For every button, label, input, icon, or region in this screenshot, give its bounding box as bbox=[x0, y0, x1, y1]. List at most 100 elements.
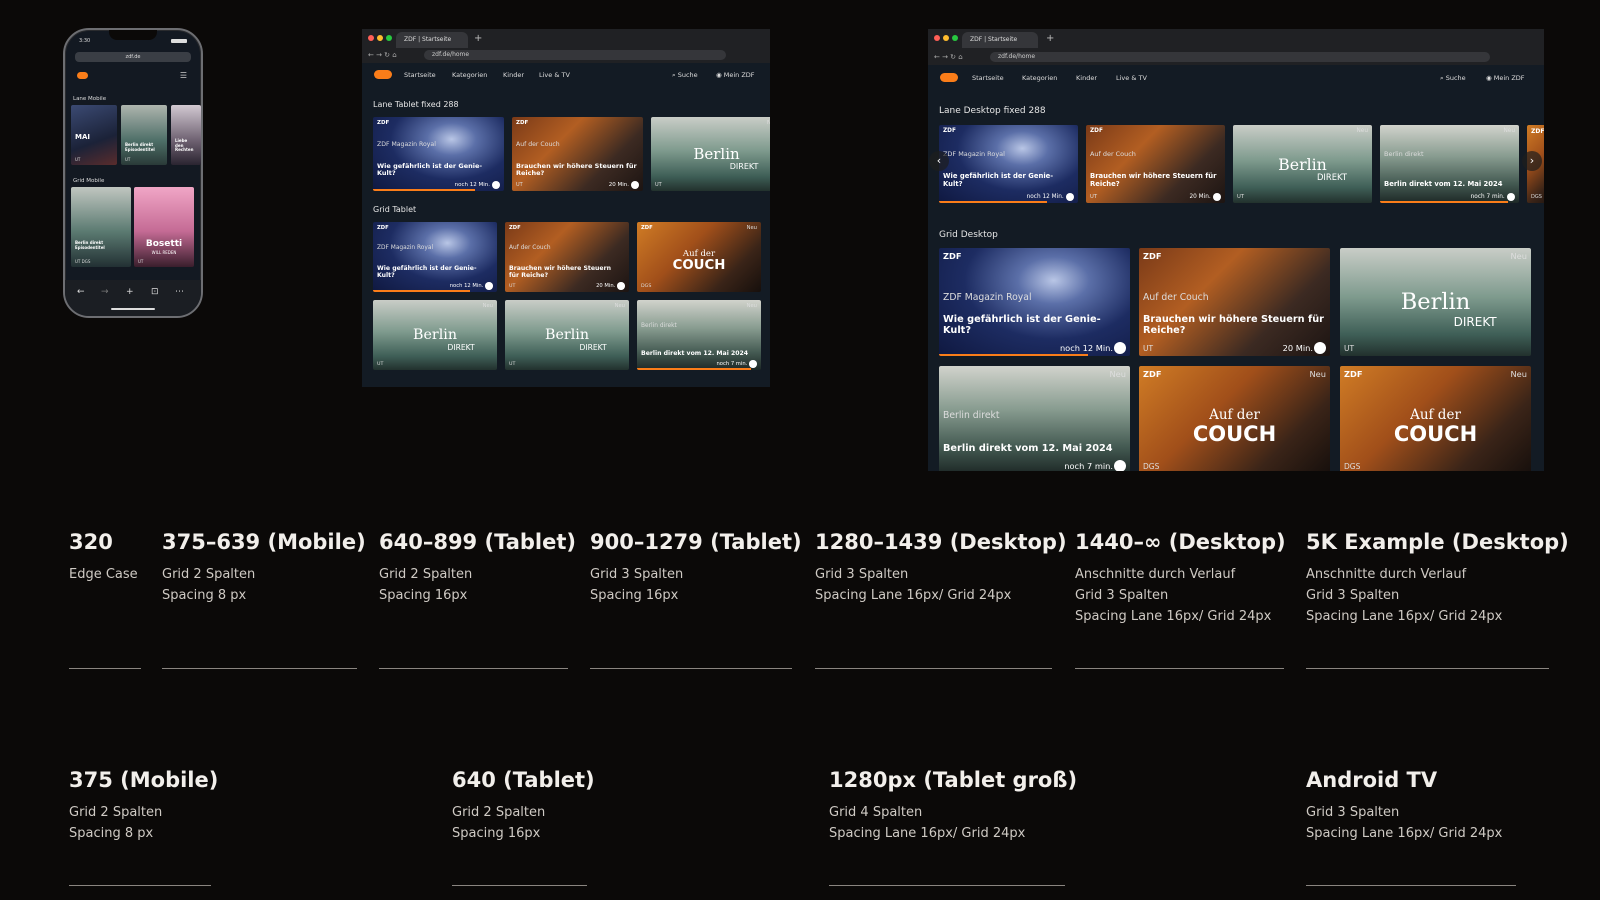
play-icon[interactable] bbox=[485, 282, 493, 290]
minimize-window-icon[interactable] bbox=[943, 35, 949, 41]
media-tile-couch-ep[interactable]: ZDF Auf der Couch Brauchen wir höhere Steu… bbox=[1086, 125, 1225, 203]
new-badge: Neu bbox=[1356, 128, 1368, 134]
phone-grid-tile[interactable]: Bosetti WILL REDEN UT bbox=[134, 187, 194, 267]
zdf-badge: ZDF bbox=[641, 225, 653, 231]
play-icon[interactable] bbox=[749, 360, 757, 368]
media-tile-berlin-show[interactable]: Neu BerlinDIREKT UT bbox=[505, 300, 629, 370]
search-button[interactable]: ⌕ Suche bbox=[672, 71, 698, 80]
phone-toolbar: ← → + ⊡ ⋯ bbox=[65, 280, 201, 316]
phone-lane-tile[interactable]: Liebe den Rechten bbox=[171, 105, 201, 165]
media-tile-berlin-show[interactable]: Neu BerlinDIREKT UT bbox=[1340, 248, 1531, 356]
nav-startseite[interactable]: Startseite bbox=[972, 74, 1004, 82]
phone-grid-tile[interactable]: Berlin direkt Episodentitel UT DGS bbox=[71, 187, 131, 267]
tile-title: Berlin direkt vom 12. Mai 2024 bbox=[641, 350, 749, 358]
phone-address-bar[interactable]: zdf.de bbox=[75, 52, 191, 62]
play-icon[interactable] bbox=[1314, 342, 1326, 354]
breakpoint-specs: Anschnitte durch Verlauf Grid 3 Spalten Sp… bbox=[1306, 564, 1569, 627]
zdf-logo-icon[interactable] bbox=[77, 72, 88, 79]
play-icon[interactable] bbox=[631, 181, 639, 189]
tile-tag: UT bbox=[655, 182, 662, 188]
tile-tag: UT bbox=[1143, 344, 1154, 353]
media-tile-berlin-show[interactable]: Neu BerlinDIREKT UT bbox=[651, 117, 770, 191]
nav-kategorien[interactable]: Kategorien bbox=[1022, 74, 1057, 82]
browser-nav-icons[interactable]: ← → ↻ ⌂ bbox=[934, 52, 963, 62]
address-bar[interactable]: zdf.de/home bbox=[424, 50, 726, 60]
play-icon[interactable] bbox=[617, 282, 625, 290]
media-tile-royal[interactable]: ZDF ZDF Magazin Royal Wie gefährlich ist d… bbox=[939, 125, 1078, 203]
media-tile-royal[interactable]: ZDF ZDF Magazin Royal Wie gefährlich ist d… bbox=[939, 248, 1130, 356]
zdf-badge: ZDF bbox=[1090, 128, 1103, 134]
phone-lane-tile[interactable]: Berlin direkt Episodentitel UT bbox=[121, 105, 167, 165]
account-button[interactable]: ◉ Mein ZDF bbox=[1486, 74, 1525, 82]
phone-lane-tile[interactable]: MAI UT bbox=[71, 105, 117, 165]
tile-duration: 20 Min. bbox=[1189, 194, 1211, 200]
breakpoint-spec-line: Spacing 16px bbox=[452, 826, 541, 841]
media-tile-couch-ep[interactable]: ZDF Auf der Couch Brauchen wir höhere Steu… bbox=[505, 222, 629, 292]
zdf-logo-icon[interactable] bbox=[374, 70, 392, 79]
user-icon: ◉ bbox=[1486, 74, 1494, 82]
add-icon[interactable]: + bbox=[126, 288, 134, 297]
maximize-window-icon[interactable] bbox=[952, 35, 958, 41]
breakpoint-divider bbox=[379, 668, 568, 669]
play-icon[interactable] bbox=[1212, 192, 1221, 201]
breakpoint-specs: Grid 2 Spalten Spacing 16px bbox=[379, 564, 576, 606]
new-tab-icon[interactable]: + bbox=[1046, 33, 1054, 45]
nav-kinder[interactable]: Kinder bbox=[503, 71, 524, 79]
breakpoint-divider bbox=[452, 885, 587, 886]
back-icon[interactable]: ← bbox=[77, 288, 85, 297]
media-tile-couch-show[interactable]: ZDF Neu Auf der COUCH DGS bbox=[637, 222, 761, 292]
close-window-icon[interactable] bbox=[368, 35, 374, 41]
breakpoint-specs: Grid 2 Spalten Spacing 16px bbox=[452, 802, 595, 844]
media-tile-royal[interactable]: ZDF ZDF Magazin Royal Wie gefährlich ist d… bbox=[373, 117, 504, 191]
zdf-logo-icon[interactable] bbox=[940, 73, 958, 82]
nav-live-tv[interactable]: Live & TV bbox=[1116, 74, 1147, 82]
nav-kinder[interactable]: Kinder bbox=[1076, 74, 1097, 82]
minimize-window-icon[interactable] bbox=[377, 35, 383, 41]
media-tile-berlin-show[interactable]: Neu BerlinDIREKT UT bbox=[373, 300, 497, 370]
lane-next-arrow-icon[interactable]: › bbox=[1522, 151, 1542, 171]
search-button[interactable]: ⌕ Suche bbox=[1440, 74, 1466, 83]
media-tile-berlin-ep[interactable]: Neu Berlin direkt Berlin direkt vom 12. Ma… bbox=[1380, 125, 1519, 203]
progress-bar bbox=[373, 290, 470, 292]
browser-nav-icons[interactable]: ← → ↻ ⌂ bbox=[368, 50, 397, 60]
browser-tab[interactable]: ZDF | Startseite bbox=[962, 32, 1038, 48]
account-button[interactable]: ◉ Mein ZDF bbox=[716, 71, 755, 79]
play-icon[interactable] bbox=[1114, 460, 1126, 471]
address-bar[interactable]: zdf.de/home bbox=[990, 52, 1490, 62]
maximize-window-icon[interactable] bbox=[386, 35, 392, 41]
zdf-badge: ZDF bbox=[943, 128, 956, 134]
tile-subtitle: ZDF Magazin Royal bbox=[943, 292, 1032, 304]
media-tile-couch-show[interactable]: ZDF Neu Auf der COUCH DGS bbox=[1340, 366, 1531, 471]
zdf-badge: ZDF bbox=[516, 120, 529, 126]
tabs-icon[interactable]: ⊡ bbox=[151, 288, 159, 297]
nav-kategorien[interactable]: Kategorien bbox=[452, 71, 487, 79]
breakpoint-column: 1280–1439 (Desktop) Grid 3 Spalten Spacing… bbox=[815, 530, 1067, 606]
nav-live-tv[interactable]: Live & TV bbox=[539, 71, 570, 79]
more-icon[interactable]: ⋯ bbox=[175, 288, 184, 297]
breakpoint-column: 375–639 (Mobile) Grid 2 Spalten Spacing 8 … bbox=[162, 530, 366, 606]
new-tab-icon[interactable]: + bbox=[474, 33, 482, 45]
new-badge: Neu bbox=[1510, 251, 1527, 261]
show-logo: Berlin bbox=[412, 326, 457, 343]
media-tile-couch-ep[interactable]: ZDF Auf der Couch Brauchen wir höhere Steu… bbox=[1139, 248, 1330, 356]
show-logo: Auf der bbox=[1410, 407, 1461, 424]
play-icon[interactable] bbox=[1506, 192, 1515, 201]
media-tile-couch-show[interactable]: ZDF Neu Auf der COUCH DGS bbox=[1139, 366, 1330, 471]
tile-subtitle: Berlin direkt bbox=[641, 323, 677, 330]
nav-startseite[interactable]: Startseite bbox=[404, 71, 436, 79]
show-logo: Berlin bbox=[693, 145, 740, 164]
browser-tab[interactable]: ZDF | Startseite bbox=[396, 32, 468, 48]
media-tile-couch-ep[interactable]: ZDF Auf der Couch Brauchen wir höhere Steu… bbox=[512, 117, 643, 191]
close-window-icon[interactable] bbox=[934, 35, 940, 41]
lane-prev-arrow-icon[interactable]: ‹ bbox=[929, 151, 949, 171]
media-tile-berlin-ep[interactable]: Neu Berlin direkt Berlin direkt vom 12. Ma… bbox=[939, 366, 1130, 471]
play-icon[interactable] bbox=[1065, 192, 1074, 201]
media-tile-royal[interactable]: ZDF ZDF Magazin Royal Wie gefährlich ist d… bbox=[373, 222, 497, 292]
menu-icon[interactable]: ☰ bbox=[180, 72, 187, 80]
media-tile-berlin-ep[interactable]: Neu Berlin direkt Berlin direkt vom 12. Ma… bbox=[637, 300, 761, 370]
breakpoint-spec-line: Spacing Lane 16px/ Grid 24px bbox=[829, 826, 1026, 841]
forward-icon[interactable]: → bbox=[101, 288, 109, 297]
play-icon[interactable] bbox=[1114, 342, 1126, 354]
media-tile-berlin-show[interactable]: Neu BerlinDIREKT UT bbox=[1233, 125, 1372, 203]
play-icon[interactable] bbox=[492, 181, 500, 189]
